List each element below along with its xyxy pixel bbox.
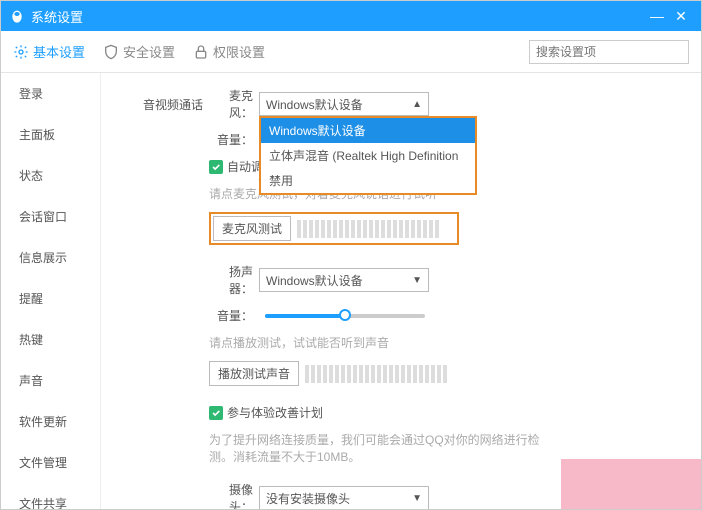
sidebar-item-filemgmt[interactable]: 文件管理	[1, 442, 100, 483]
search-container	[529, 40, 689, 64]
ux-desc: 为了提升网络连接质量，我们可能会通过QQ对你的网络进行检测。消耗流量不大于10M…	[209, 431, 549, 465]
chevron-down-icon: ▼	[412, 275, 422, 286]
sidebar: 登录 主面板 状态 会话窗口 信息展示 提醒 热键 声音 软件更新 文件管理 文…	[1, 73, 101, 509]
sidebar-item-infodisplay[interactable]: 信息展示	[1, 237, 100, 278]
section-label: 音视频通话	[119, 96, 209, 113]
tab-permission[interactable]: 权限设置	[193, 42, 265, 61]
mic-option[interactable]: 禁用	[261, 168, 475, 193]
sidebar-item-login[interactable]: 登录	[1, 73, 100, 114]
volume-label: 音量：	[209, 131, 259, 148]
ux-checkbox[interactable]	[209, 406, 223, 420]
speaker-volume-slider[interactable]	[265, 314, 425, 318]
mic-option[interactable]: 立体声混音 (Realtek High Definition	[261, 143, 475, 168]
tab-security[interactable]: 安全设置	[103, 42, 175, 61]
speaker-test-button[interactable]: 播放测试声音	[209, 361, 299, 386]
tab-label: 权限设置	[213, 42, 265, 61]
sidebar-item-chatwindow[interactable]: 会话窗口	[1, 196, 100, 237]
mic-dropdown: Windows默认设备 立体声混音 (Realtek High Definiti…	[259, 116, 477, 195]
gear-icon	[13, 44, 29, 60]
shield-icon	[103, 44, 119, 60]
camera-select[interactable]: 没有安装摄像头 ▼	[259, 486, 429, 509]
auto-adjust-checkbox[interactable]	[209, 160, 223, 174]
mic-selected-value: Windows默认设备	[266, 96, 363, 113]
app-logo-icon	[9, 8, 25, 24]
mic-test-block: 麦克风测试	[209, 212, 459, 245]
speaker-label: 扬声器：	[209, 263, 259, 297]
speaker-test-block: 播放测试声音	[209, 361, 683, 386]
chevron-up-icon: ▲	[412, 99, 422, 110]
search-input[interactable]	[529, 40, 689, 64]
mic-label: 麦克风：	[209, 87, 259, 121]
speaker-hint: 请点播放测试，试试能否听到声音	[209, 334, 683, 351]
speaker-level-bars	[305, 365, 683, 383]
speaker-selected-value: Windows默认设备	[266, 272, 363, 289]
camera-selected-value: 没有安装摄像头	[266, 490, 350, 507]
minimize-button[interactable]: —	[645, 8, 669, 24]
sidebar-item-fileshare[interactable]: 文件共享	[1, 483, 100, 509]
tab-label: 基本设置	[33, 42, 85, 61]
mic-level-bars	[297, 220, 455, 238]
close-button[interactable]: ✕	[669, 8, 693, 25]
tab-basic[interactable]: 基本设置	[13, 42, 85, 61]
sidebar-item-update[interactable]: 软件更新	[1, 401, 100, 442]
tab-bar: 基本设置 安全设置 权限设置	[1, 31, 701, 73]
volume-label-2: 音量：	[209, 307, 259, 324]
camera-label: 摄像头：	[209, 481, 259, 509]
titlebar: 系统设置 — ✕	[1, 1, 701, 31]
overlay-block	[561, 459, 701, 509]
sidebar-item-hotkey[interactable]: 热键	[1, 319, 100, 360]
mic-test-button[interactable]: 麦克风测试	[213, 216, 291, 241]
window-title: 系统设置	[31, 7, 645, 26]
sidebar-item-status[interactable]: 状态	[1, 155, 100, 196]
sidebar-item-mainpanel[interactable]: 主面板	[1, 114, 100, 155]
chevron-down-icon: ▼	[412, 493, 422, 504]
mic-select[interactable]: Windows默认设备 ▲ Windows默认设备 立体声混音 (Realtek…	[259, 92, 429, 116]
speaker-select[interactable]: Windows默认设备 ▼	[259, 268, 429, 292]
lock-icon	[193, 44, 209, 60]
tab-label: 安全设置	[123, 42, 175, 61]
mic-option[interactable]: Windows默认设备	[261, 118, 475, 143]
ux-title: 参与体验改善计划	[227, 404, 323, 421]
sidebar-item-sound[interactable]: 声音	[1, 360, 100, 401]
sidebar-item-notify[interactable]: 提醒	[1, 278, 100, 319]
main-panel: ➤ 音视频通话 麦克风： Windows默认设备 ▲ Windows默认设备 立…	[101, 73, 701, 509]
